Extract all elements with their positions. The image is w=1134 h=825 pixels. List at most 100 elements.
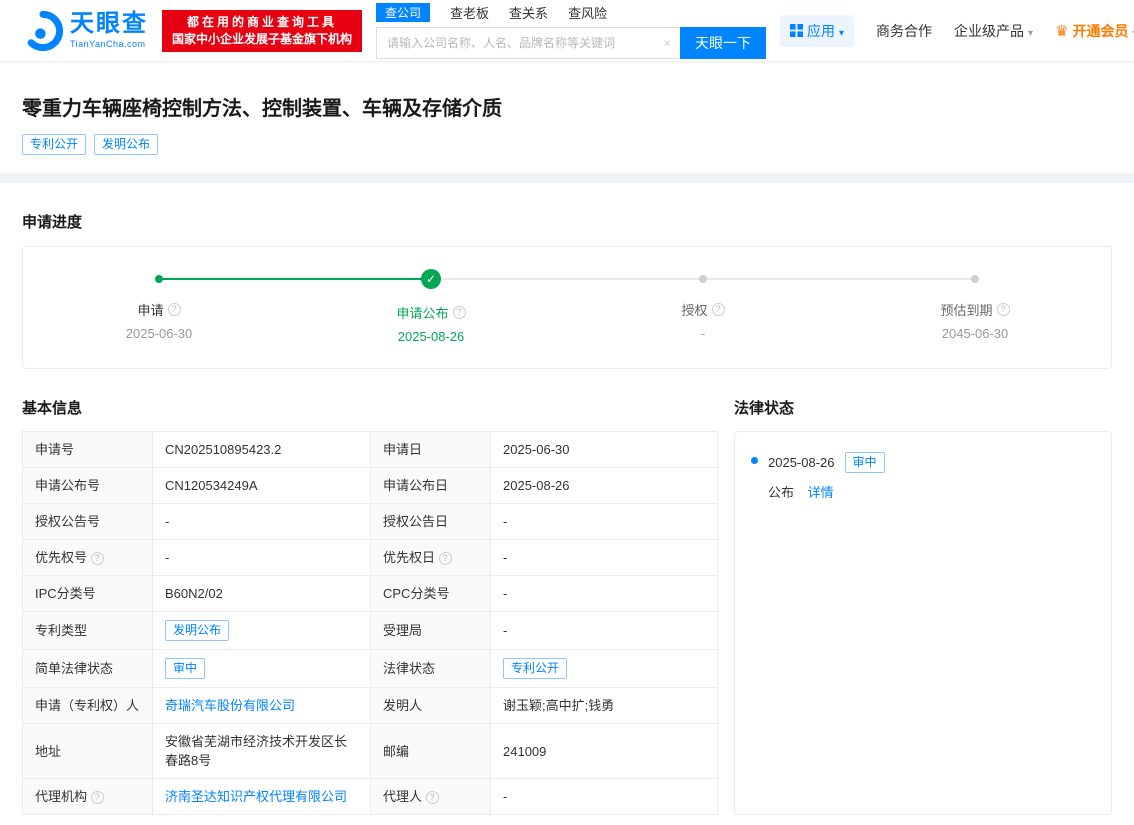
table-row: 申请公布号 CN120534249A 申请公布日 2025-08-26 [23, 468, 718, 504]
field-label: 邮编 [383, 744, 409, 759]
table-row: 地址 安徽省芜湖市经济技术开发区长春路8号 邮编 241009 [23, 724, 718, 779]
nav-apps[interactable]: 应用 [780, 15, 854, 47]
application-progress-section: 申请进度 申请 2025-06-30 申请公布 2 [22, 183, 1112, 369]
basic-info-heading: 基本信息 [22, 397, 718, 418]
field-value: - [503, 514, 507, 529]
field-value: - [503, 789, 507, 804]
progress-stepper: 申请 2025-06-30 申请公布 2025-08-26 [23, 269, 1111, 344]
legal-status-item: 2025-08-26 审中 公布 详情 [751, 452, 1095, 501]
field-label: 申请公布号 [35, 478, 100, 493]
field-label: 申请号 [35, 442, 74, 457]
top-nav: 应用 商务合作 企业级产品 ♛ 开通会员 超级风... [780, 15, 1134, 47]
logo[interactable]: 天眼查 TianYanCha.com [22, 10, 148, 52]
field-label: 代理人 [383, 789, 422, 804]
patent-tags: 专利公开 发明公布 [22, 134, 1112, 155]
help-icon[interactable] [168, 303, 181, 316]
clear-icon[interactable] [663, 36, 671, 49]
agency-link[interactable]: 济南圣达知识产权代理有限公司 [165, 789, 347, 804]
help-icon[interactable] [91, 791, 104, 804]
step-dot [699, 275, 707, 283]
progress-step-expiry: 预估到期 2045-06-30 [839, 269, 1111, 344]
page-title: 零重力车辆座椅控制方法、控制装置、车辆及存储介质 [22, 92, 1112, 121]
field-label: IPC分类号 [35, 586, 96, 601]
logo-name: 天眼查 [70, 12, 148, 36]
table-row: 授权公告号 - 授权公告日 - [23, 504, 718, 540]
field-value: - [503, 550, 507, 565]
table-row: 代理机构 济南圣达知识产权代理有限公司 代理人 - [23, 779, 718, 815]
step-date: 2025-06-30 [23, 326, 295, 341]
field-value: - [503, 623, 507, 638]
help-icon[interactable] [426, 791, 439, 804]
progress-box: 申请 2025-06-30 申请公布 2025-08-26 [22, 246, 1112, 369]
field-value: B60N2/02 [165, 586, 223, 601]
field-label: 申请公布日 [383, 478, 448, 493]
search-input[interactable] [377, 28, 680, 58]
search-tab-boss[interactable]: 查老板 [450, 3, 489, 22]
legal-status-date: 2025-08-26 [768, 455, 835, 470]
field-label: 授权公告日 [383, 514, 448, 529]
legal-status-panel: 2025-08-26 审中 公布 详情 [734, 431, 1112, 815]
field-label: CPC分类号 [383, 586, 449, 601]
table-row: 优先权号 - 优先权日 - [23, 540, 718, 576]
legal-status-action: 公布 [768, 485, 794, 500]
progress-step-publication: 申请公布 2025-08-26 [295, 269, 567, 344]
step-date: - [567, 326, 839, 341]
simple-legal-status-badge: 审中 [165, 658, 205, 679]
table-row: 申请号 CN202510895423.2 申请日 2025-06-30 [23, 432, 718, 468]
field-value: 2025-08-26 [503, 478, 570, 493]
field-label: 受理局 [383, 623, 422, 638]
search-tabs: 查公司 查老板 查关系 查风险 [376, 3, 766, 22]
step-dot [971, 275, 979, 283]
legal-status-badge: 专利公开 [503, 658, 567, 679]
help-icon[interactable] [439, 552, 452, 565]
field-label: 发明人 [383, 698, 422, 713]
table-row: 申请（专利权）人 奇瑞汽车股份有限公司 发明人 谢玉颖;高中扩;钱勇 [23, 688, 718, 724]
field-value: - [165, 550, 169, 565]
field-value: CN120534249A [165, 478, 258, 493]
tianyancha-logo-icon [22, 10, 64, 52]
promo-banner-line1: 都在用的商业查询工具 [172, 14, 352, 31]
search-tab-company[interactable]: 查公司 [376, 3, 430, 22]
applicant-company-link[interactable]: 奇瑞汽车股份有限公司 [165, 698, 295, 713]
promo-banner: 都在用的商业查询工具 国家中小企业发展子基金旗下机构 [162, 10, 362, 52]
title-section: 零重力车辆座椅控制方法、控制装置、车辆及存储介质 专利公开 发明公布 [22, 62, 1112, 173]
header: 天眼查 TianYanCha.com 都在用的商业查询工具 国家中小企业发展子基… [0, 0, 1134, 62]
progress-step-grant: 授权 - [567, 269, 839, 344]
field-label: 优先权日 [383, 550, 435, 565]
nav-open-vip[interactable]: ♛ 开通会员 [1055, 21, 1134, 41]
legal-status-detail-link[interactable]: 详情 [808, 485, 834, 500]
field-value: 谢玉颖;高中扩;钱勇 [503, 698, 614, 713]
grid-icon [790, 24, 803, 37]
field-label: 法律状态 [383, 661, 435, 676]
search-tab-risk[interactable]: 查风险 [568, 3, 607, 22]
legal-status-heading: 法律状态 [734, 397, 1112, 418]
field-label: 优先权号 [35, 550, 87, 565]
tag-patent-publication: 专利公开 [22, 134, 86, 155]
field-label: 地址 [35, 744, 61, 759]
field-label: 代理机构 [35, 789, 87, 804]
table-row: IPC分类号 B60N2/02 CPC分类号 - [23, 576, 718, 612]
promo-banner-line2: 国家中小企业发展子基金旗下机构 [172, 31, 352, 48]
section-divider [0, 173, 1134, 183]
search-button[interactable]: 天眼一下 [680, 27, 766, 59]
help-icon[interactable] [91, 552, 104, 565]
help-icon[interactable] [712, 303, 725, 316]
table-row: 简单法律状态 审中 法律状态 专利公开 [23, 650, 718, 688]
help-icon[interactable] [997, 303, 1010, 316]
chevron-down-icon [839, 23, 844, 39]
search-tab-relation[interactable]: 查关系 [509, 3, 548, 22]
search-area: 查公司 查老板 查关系 查风险 天眼一下 [376, 3, 766, 59]
help-icon[interactable] [453, 306, 466, 319]
field-value: CN202510895423.2 [165, 442, 281, 457]
field-label: 简单法律状态 [35, 661, 113, 676]
nav-cooperation[interactable]: 商务合作 [876, 21, 932, 41]
timeline-dot-icon [751, 457, 758, 464]
logo-domain: TianYanCha.com [70, 39, 148, 49]
step-date: 2025-08-26 [295, 329, 567, 344]
nav-enterprise-products[interactable]: 企业级产品 [954, 21, 1033, 41]
step-dot [155, 275, 163, 283]
basic-info-table: 申请号 CN202510895423.2 申请日 2025-06-30 申请公布… [22, 431, 718, 815]
field-value: - [503, 586, 507, 601]
step-check-icon [421, 269, 441, 289]
progress-step-apply: 申请 2025-06-30 [23, 269, 295, 344]
